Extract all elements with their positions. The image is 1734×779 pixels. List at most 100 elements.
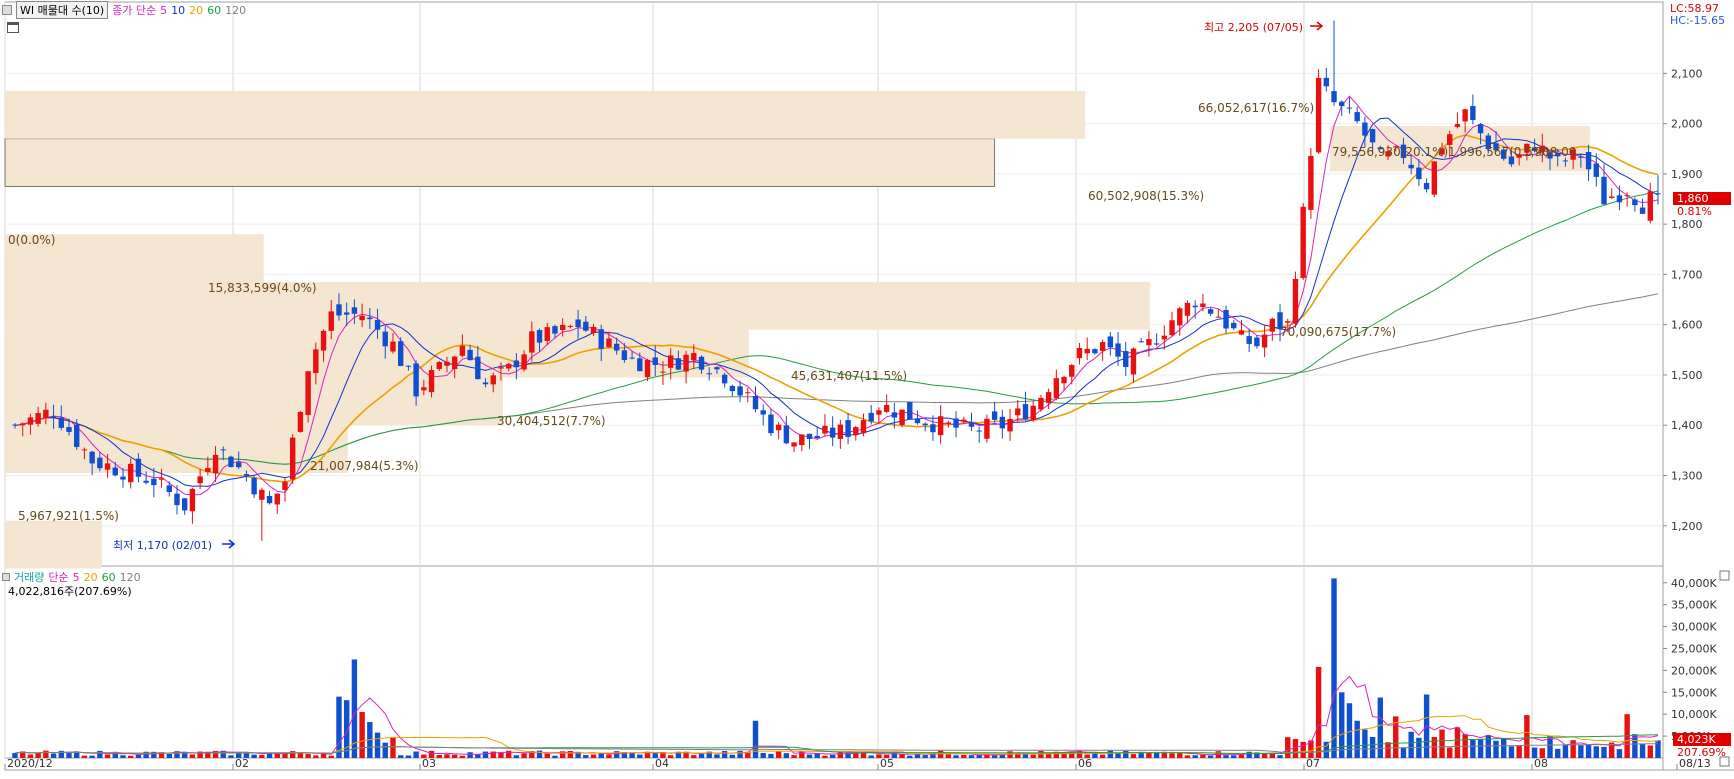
price-tick-label: 1,700 (1671, 268, 1703, 281)
volume-bar (613, 751, 620, 758)
candle (467, 349, 473, 361)
volume-bar (922, 755, 928, 758)
volume-bar (459, 755, 466, 758)
volume-bar (1339, 692, 1345, 758)
ma-5: 5 (160, 3, 168, 17)
candle (1092, 349, 1098, 354)
candle (567, 325, 574, 327)
candle (1223, 309, 1229, 329)
candle (1362, 122, 1368, 136)
volume-ma-120: 120 (119, 570, 141, 584)
volume-tick-label: 35,000K (1671, 599, 1717, 612)
ma-10: 10 (171, 3, 186, 17)
candle (637, 358, 643, 372)
candle (513, 360, 520, 368)
volume-bar (1470, 739, 1476, 758)
candle (1022, 404, 1029, 420)
candle (1076, 348, 1083, 359)
candle (1169, 320, 1175, 336)
candle (274, 493, 280, 505)
candle (251, 477, 257, 495)
volume-bar (1207, 755, 1214, 758)
volume-bar (397, 755, 404, 758)
candle (1138, 341, 1144, 343)
price-tick-label: 1,500 (1671, 369, 1703, 382)
volume-bar (860, 752, 867, 758)
volume-bar (1524, 715, 1530, 758)
candle (367, 317, 373, 320)
volume-bar (1578, 745, 1584, 758)
candle (706, 373, 712, 375)
candle (544, 327, 550, 341)
candle (451, 356, 458, 369)
candle (421, 387, 427, 391)
candle (428, 370, 435, 393)
candle (521, 354, 527, 370)
volume-bar (1439, 729, 1445, 758)
volume-bar (128, 755, 134, 758)
volume-bar (590, 754, 597, 758)
volume-bar (313, 755, 319, 758)
candle (58, 417, 64, 428)
indicator-title-box[interactable]: WI 매물대 수(10) (16, 1, 109, 19)
volume-bar (899, 754, 905, 758)
candle (135, 458, 142, 477)
candle (675, 358, 682, 370)
volume-bar (1192, 755, 1198, 758)
volume-bar (1123, 750, 1129, 758)
candle (598, 329, 604, 349)
volume-bar (390, 737, 396, 758)
volume-profile-label: 79,556,930(20.1%) (1332, 145, 1448, 159)
volume-bar (475, 754, 481, 758)
volume-bar (1447, 747, 1453, 758)
volume-bar (467, 752, 473, 758)
candle (1207, 309, 1214, 314)
candle (212, 454, 219, 474)
candle (1045, 392, 1052, 403)
volume-bar (320, 753, 327, 758)
candle (505, 363, 512, 369)
volume-bar (737, 750, 743, 758)
candle (158, 478, 165, 480)
volume-bar (1377, 697, 1384, 758)
volume-bar (1454, 727, 1461, 758)
volume-bar (81, 755, 88, 758)
volume-profile-label: 70,090,675(17.7%) (1280, 325, 1396, 339)
candle (1647, 191, 1653, 221)
candle (1285, 321, 1291, 323)
candle (289, 437, 296, 480)
volume-bar (806, 754, 813, 758)
x-tick-label: 02 (235, 757, 249, 770)
volume-profile-label: 30,404,512(7.7%) (497, 414, 606, 428)
price-tick-label: 1,200 (1671, 520, 1703, 533)
candle (1585, 152, 1592, 170)
candle (320, 330, 327, 351)
candle (235, 462, 242, 468)
volume-bar (945, 754, 952, 758)
volume-bar (1146, 752, 1152, 758)
candle (436, 362, 442, 369)
candle (97, 457, 103, 469)
candle (806, 433, 813, 439)
candle (799, 434, 805, 446)
volume-ma-20: 20 (83, 570, 98, 584)
price-tick-label: 1,900 (1671, 168, 1703, 181)
volume-bar (598, 753, 604, 758)
volume-bar (1593, 746, 1599, 758)
candle (89, 451, 95, 464)
candle (1339, 101, 1345, 107)
calendar-icon[interactable] (7, 22, 19, 33)
volume-bar (721, 751, 728, 758)
candle (1107, 336, 1114, 348)
volume-bar (89, 755, 95, 758)
candle (1609, 196, 1615, 198)
candle (266, 496, 273, 504)
volume-bar (714, 754, 720, 758)
volume-bar (189, 754, 196, 758)
volume-bar (1099, 754, 1106, 758)
candle (405, 365, 412, 367)
candle (459, 345, 466, 356)
x-tick-label: 2020/12 (7, 757, 53, 770)
volume-bar (1655, 740, 1661, 758)
stock-chart: 2,100 2,000 1,900 1,800 1,700 1,600 1,500 1,400… (0, 0, 1734, 779)
